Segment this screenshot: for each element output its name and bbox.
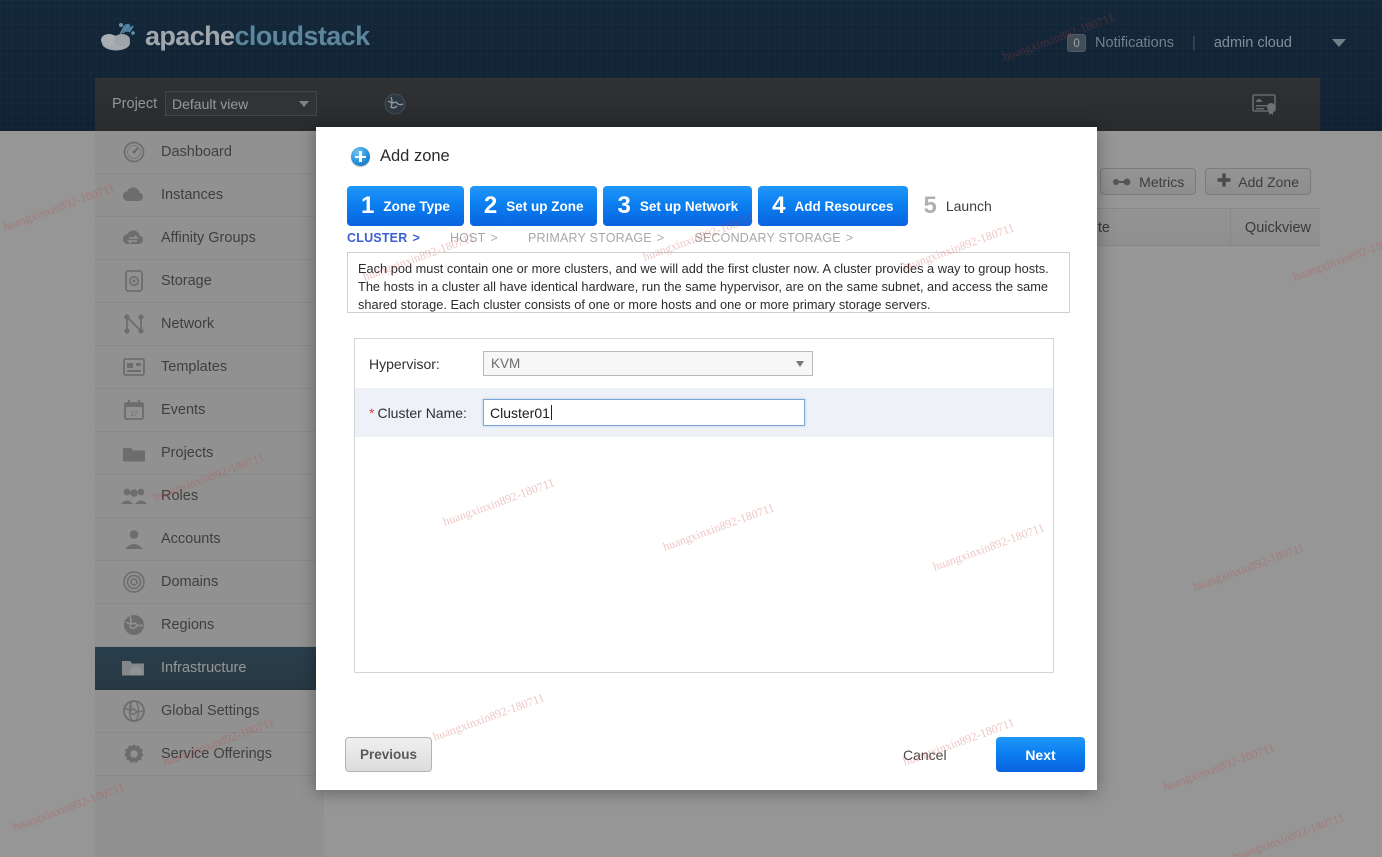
substep-separator: >	[656, 231, 665, 245]
step-number: 2	[483, 192, 498, 219]
hypervisor-row: Hypervisor: KVM	[355, 339, 1053, 388]
cluster-name-label-text: Cluster Name:	[377, 404, 467, 421]
step-label: Set up Zone	[506, 198, 584, 214]
chevron-down-icon	[796, 361, 804, 367]
substep-separator: >	[490, 231, 498, 245]
hypervisor-value: KVM	[491, 356, 521, 371]
wizard-step-zone-type[interactable]: 1 Zone Type	[347, 186, 464, 226]
step-label: Zone Type	[383, 198, 450, 214]
description-text: Each pod must contain one or more cluste…	[358, 261, 1049, 313]
cluster-name-value: Cluster01	[490, 404, 550, 421]
substep-primary-storage[interactable]: PRIMARY STORAGE >	[528, 231, 664, 245]
hypervisor-label: Hypervisor:	[369, 355, 440, 372]
substep-separator: >	[412, 231, 420, 245]
step-label: Launch	[945, 198, 992, 214]
substep-secondary-storage[interactable]: SECONDARY STORAGE >	[694, 231, 853, 245]
cluster-form-panel: Hypervisor: KVM * Cluster Name: Cluster01	[354, 338, 1054, 673]
substep-separator: >	[845, 231, 854, 245]
wizard-step-add-resources[interactable]: 4 Add Resources	[758, 186, 908, 226]
description-box: Each pod must contain one or more cluste…	[347, 252, 1070, 313]
substep-label: HOST	[449, 231, 486, 245]
substep-cluster[interactable]: CLUSTER >	[347, 231, 420, 245]
step-label: Add Resources	[794, 198, 894, 214]
required-asterisk: *	[369, 404, 375, 421]
wizard-steps: 1 Zone Type 2 Set up Zone 3 Set up Netwo…	[347, 186, 1002, 226]
modal-title-text: Add zone	[380, 147, 450, 165]
cluster-name-row: * Cluster Name: Cluster01	[355, 388, 1053, 437]
substep-label: CLUSTER	[347, 231, 408, 245]
wizard-step-launch: 5 Launch	[914, 186, 1002, 226]
step-label: Set up Network	[639, 198, 739, 214]
wizard-step-set-up-zone[interactable]: 2 Set up Zone	[469, 186, 598, 226]
cancel-button[interactable]: Cancel	[903, 747, 947, 763]
text-cursor	[550, 405, 552, 420]
modal-title: Add zone	[351, 147, 450, 166]
step-number: 1	[361, 192, 375, 219]
hypervisor-select[interactable]: KVM	[483, 351, 813, 376]
app-root: apachecloudstack 0 Notifications | admin…	[0, 0, 1382, 857]
previous-button[interactable]: Previous	[345, 737, 432, 772]
next-button[interactable]: Next	[996, 737, 1085, 772]
cluster-name-label: * Cluster Name:	[369, 405, 483, 421]
step-number: 5	[923, 192, 937, 219]
cluster-name-input[interactable]: Cluster01	[483, 399, 805, 426]
wizard-substeps: CLUSTER > HOST > PRIMARY STORAGE > SECONDAR…	[347, 231, 883, 245]
overlay-scrim-top	[0, 0, 1382, 131]
step-number: 4	[772, 192, 786, 219]
add-circle-icon	[351, 147, 370, 166]
wizard-step-set-up-network[interactable]: 3 Set up Network	[603, 186, 753, 226]
substep-label: PRIMARY STORAGE	[527, 231, 652, 245]
substep-label: SECONDARY STORAGE	[694, 231, 841, 245]
substep-host[interactable]: HOST >	[450, 231, 498, 245]
step-number: 3	[617, 192, 631, 219]
